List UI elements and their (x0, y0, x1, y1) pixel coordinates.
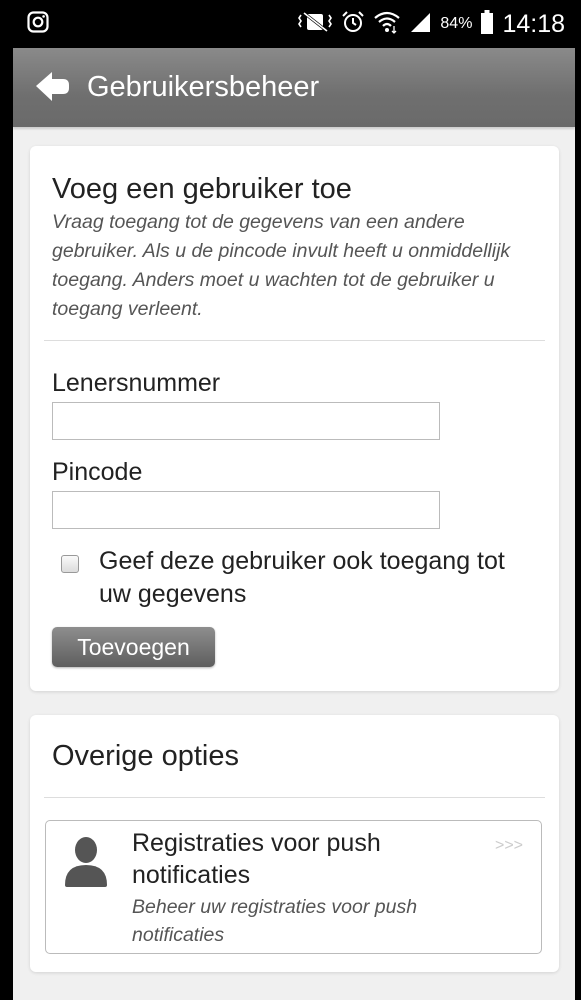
divider (44, 340, 545, 341)
instagram-icon (27, 11, 49, 37)
battery-icon (481, 10, 494, 38)
option-title: Registraties voor push notificaties (132, 829, 381, 889)
pincode-input[interactable] (52, 491, 440, 529)
app-bar: Gebruikersbeheer (13, 48, 575, 127)
divider (44, 797, 545, 798)
add-user-description: Vraag toegang tot de gegevens van een an… (52, 211, 511, 320)
add-user-title: Voeg een gebruiker toe (52, 173, 352, 205)
screen-edge-right (575, 0, 581, 1000)
wifi-icon (374, 10, 401, 38)
person-icon (63, 835, 109, 887)
push-notifications-option[interactable]: Registraties voor push notificaties Behe… (45, 820, 542, 954)
add-user-card: Voeg een gebruiker toe Vraag toegang tot… (30, 146, 559, 691)
screen-edge-left (0, 0, 13, 1000)
lenersnummer-label: Lenersnummer (52, 369, 221, 397)
battery-percentage: 84% (440, 15, 473, 32)
pincode-label: Pincode (52, 458, 143, 486)
lenersnummer-input[interactable] (52, 402, 440, 440)
option-subtitle: Beheer uw registraties voor push notific… (132, 896, 418, 946)
page-title: Gebruikersbeheer (87, 71, 320, 103)
back-arrow-icon[interactable] (33, 68, 73, 108)
grant-access-label[interactable]: Geef deze gebruiker ook toegang tot uw g… (99, 545, 539, 611)
grant-access-checkbox[interactable] (61, 555, 79, 573)
alarm-icon (341, 10, 365, 38)
status-bar: 84% 14:18 (13, 0, 575, 48)
other-options-title: Overige opties (52, 740, 239, 772)
vibrate-icon (298, 11, 333, 37)
signal-icon (409, 11, 431, 37)
clock: 14:18 (502, 9, 565, 38)
other-options-card: Overige opties Registraties voor push no… (30, 715, 559, 972)
add-user-button[interactable]: Toevoegen (52, 627, 215, 667)
chevrons-right-icon: >>> (494, 837, 523, 854)
